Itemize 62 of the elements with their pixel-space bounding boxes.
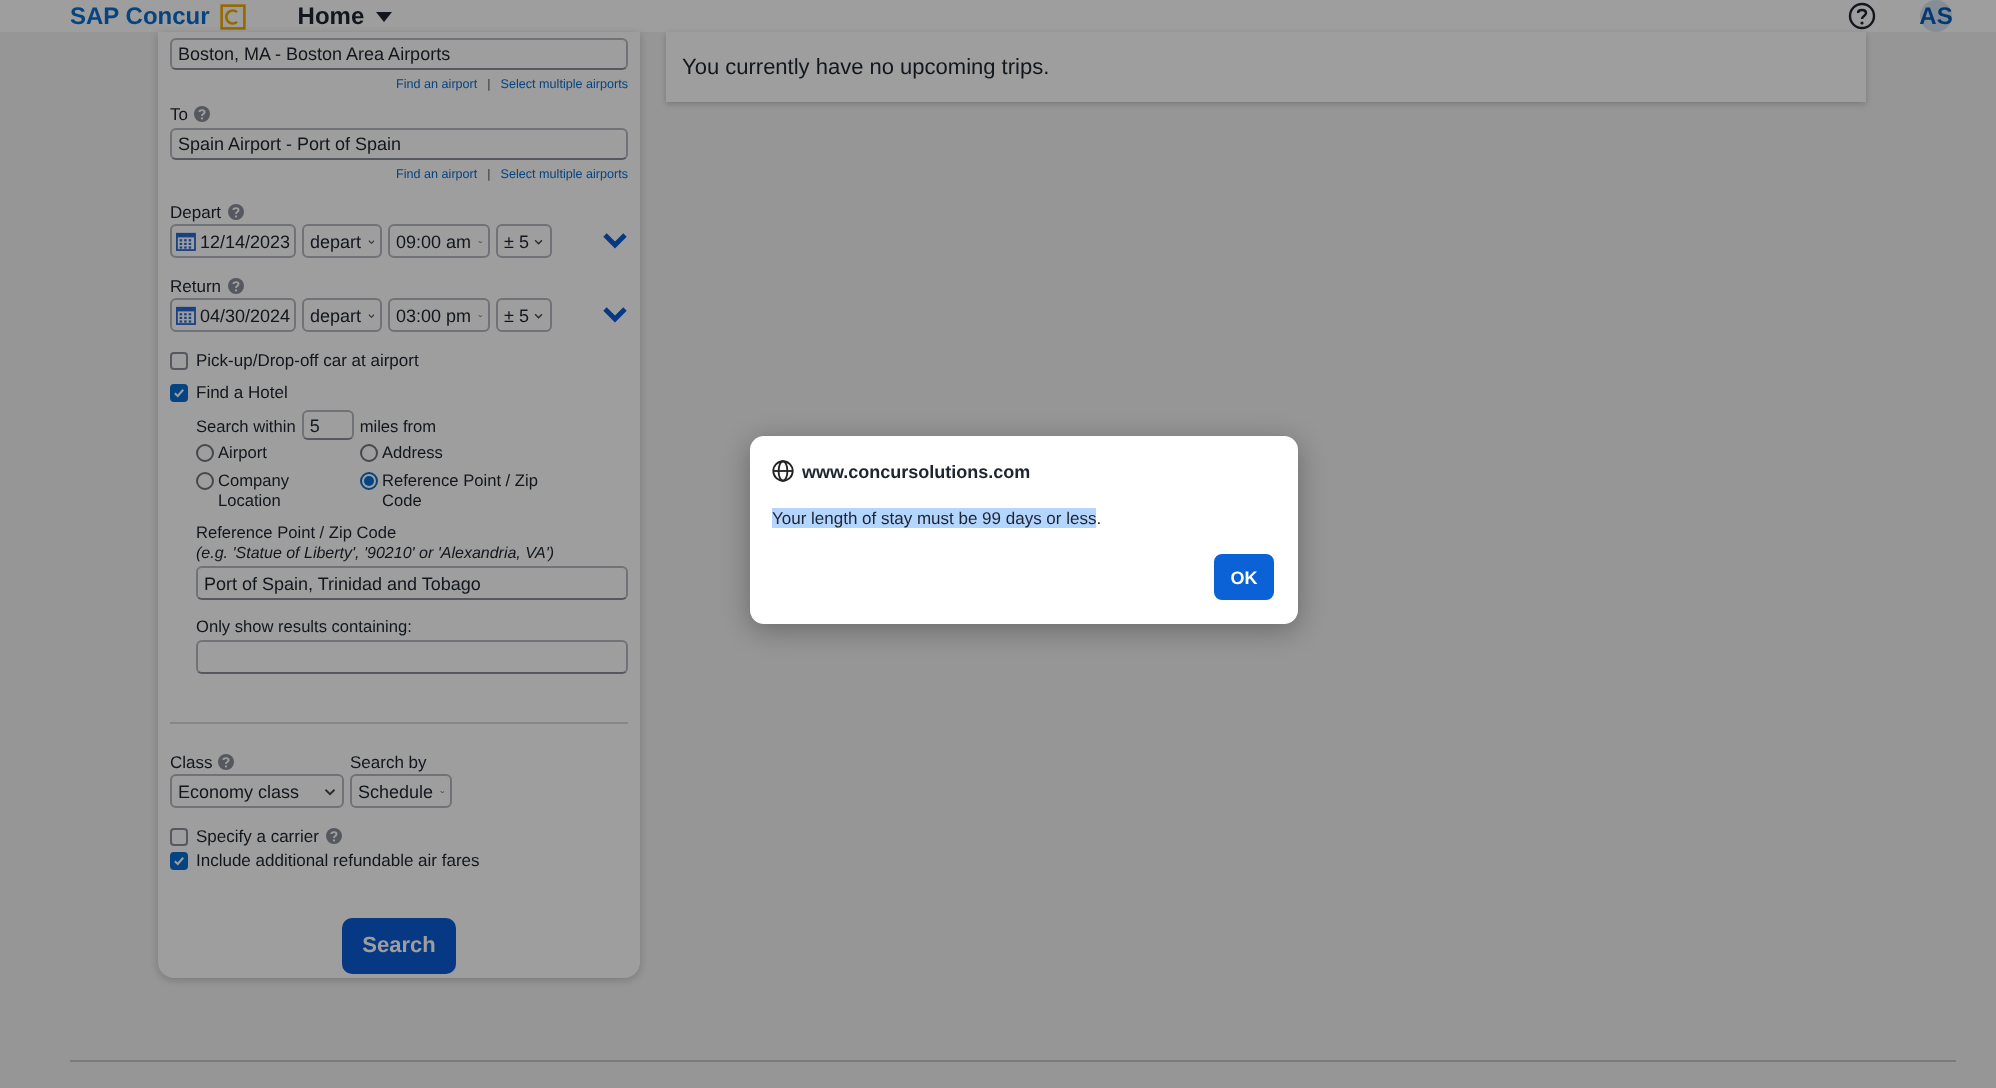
time-select[interactable]: 03:00 pm [388, 298, 490, 332]
checkbox[interactable] [170, 351, 188, 369]
time-window-select[interactable]: ± 5 [496, 224, 552, 258]
search-by-select[interactable]: Schedule [350, 774, 452, 808]
checkbox[interactable] [170, 851, 188, 869]
radio-button[interactable] [196, 472, 214, 490]
date-field[interactable]: 12/14/2023 [170, 224, 296, 258]
calendar-icon [176, 304, 196, 326]
home-menu[interactable]: Home [297, 2, 393, 30]
time-select[interactable]: 09:00 am [388, 224, 490, 258]
date-field[interactable]: 04/30/2024 [170, 298, 296, 332]
reference-field[interactable]: Port of Spain, Trinidad and Tobago [196, 566, 628, 600]
caret-icon [324, 787, 336, 795]
field-label: Reference Point / Zip Code [196, 522, 399, 542]
time-window-select[interactable]: ± 5 [496, 298, 552, 332]
checkbox-label: Include additional refundable air fares [196, 850, 480, 870]
to-field[interactable]: Spain Airport - Port of Spain [170, 128, 628, 160]
caret-icon [376, 11, 393, 21]
mode-select[interactable]: depart [302, 224, 382, 258]
mode-select[interactable]: depart [302, 298, 382, 332]
chevron-down-icon[interactable] [602, 232, 628, 250]
filter-field[interactable] [196, 640, 628, 674]
trips-message: You currently have no upcoming trips. [682, 55, 1050, 79]
radio-label: Company Location [218, 470, 292, 510]
logo-text[interactable]: SAP Concur [70, 2, 210, 30]
dialog-origin: www.concursolutions.com [802, 461, 1031, 481]
caret-icon [367, 237, 374, 245]
field-label: Return [170, 276, 222, 296]
caret-icon [534, 237, 544, 245]
caret-icon [367, 311, 374, 319]
radius-field[interactable]: 5 [301, 410, 354, 440]
help-icon[interactable] [1848, 2, 1876, 30]
checkbox-label: Specify a carrier [196, 826, 319, 846]
class-select[interactable]: Economy class [170, 774, 344, 808]
calendar-icon [176, 230, 196, 252]
field-label: Search within [196, 415, 296, 435]
dialog-message: Your length of stay must be 99 days or less. [772, 508, 1104, 528]
radio-label: Reference Point / Zip Code [382, 470, 540, 510]
checkbox-label: Pick-up/Drop-off car at airport [196, 350, 419, 370]
from-field[interactable]: Boston, MA - Boston Area Airports [170, 38, 628, 70]
logo-icon [219, 3, 246, 29]
field-label: miles from [359, 415, 437, 435]
field-label: Search by [350, 752, 427, 772]
caret-icon [534, 311, 544, 319]
user-avatar[interactable]: AS [1920, 0, 1952, 32]
globe-icon [772, 460, 794, 482]
checkbox[interactable] [170, 383, 188, 401]
radio-label: Airport [218, 442, 267, 462]
ok-button[interactable]: OK [1214, 554, 1274, 600]
chevron-down-icon[interactable] [602, 306, 628, 324]
radio-label: Address [382, 442, 443, 462]
field-label: Only show results containing: [196, 616, 414, 636]
search-button[interactable]: Search [342, 918, 456, 974]
radio-button[interactable] [360, 472, 378, 490]
hint-text: (e.g. 'Statue of Liberty', '90210' or 'Alexandria, VA') [196, 544, 557, 562]
field-label: To [170, 104, 188, 124]
radio-button[interactable] [196, 444, 214, 462]
field-label: Depart [170, 202, 222, 222]
checkbox-label: Find a Hotel [196, 382, 288, 402]
field-label: Class [170, 752, 213, 772]
radio-button[interactable] [360, 444, 378, 462]
checkbox[interactable] [170, 827, 188, 845]
